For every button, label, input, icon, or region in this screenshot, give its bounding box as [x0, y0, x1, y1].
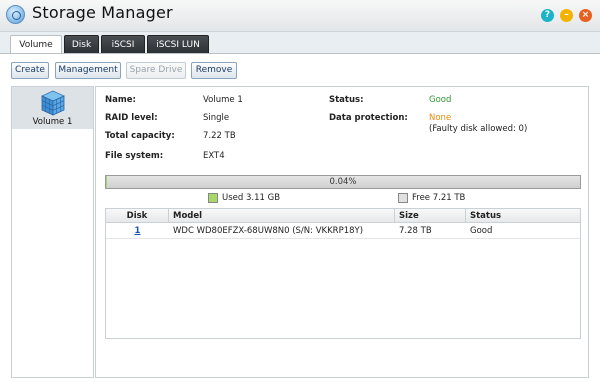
used-legend-label: Used 3.11 GB	[222, 193, 281, 203]
tab-bar: Volume Disk iSCSI iSCSI LUN	[0, 32, 600, 55]
create-button[interactable]: Create	[11, 62, 49, 79]
column-header-size[interactable]: Size	[395, 209, 466, 223]
column-header-status[interactable]: Status	[466, 209, 580, 223]
disk-table-header: Disk Model Size Status	[106, 209, 580, 223]
model-cell: WDC WD80EFZX-68UW8N0 (S/N: VKKRP18Y)	[173, 226, 364, 236]
disk-table: Disk Model Size Status 1 WDC WD80EFZX-68…	[105, 208, 581, 339]
volume-list-item-label: Volume 1	[32, 117, 73, 127]
total-capacity-label: Total capacity:	[105, 131, 175, 141]
total-capacity-value: 7.22 TB	[203, 131, 236, 141]
management-button[interactable]: Management	[55, 62, 121, 79]
raid-level-label: RAID level:	[105, 113, 158, 123]
usage-bar: 0.04%	[105, 175, 581, 189]
tab-iscsi[interactable]: iSCSI	[101, 35, 145, 54]
used-legend-swatch	[208, 193, 218, 203]
column-header-disk[interactable]: Disk	[106, 209, 169, 223]
volume-list: Volume 1	[11, 86, 94, 378]
file-system-label: File system:	[105, 151, 164, 161]
disk-link[interactable]: 1	[135, 226, 141, 236]
tab-volume[interactable]: Volume	[10, 35, 62, 55]
disk-cell: 1	[106, 224, 169, 239]
storage-manager-app-icon	[6, 5, 25, 24]
data-protection-label: Data protection:	[329, 113, 408, 123]
title-bar: Storage Manager ? – ×	[0, 0, 600, 32]
status-cell: Good	[470, 226, 493, 236]
status-label: Status:	[329, 95, 364, 105]
file-system-value: EXT4	[203, 151, 225, 161]
name-label: Name:	[105, 95, 136, 105]
volume-cube-icon	[41, 90, 65, 116]
tab-iscsi-lun[interactable]: iSCSI LUN	[147, 35, 209, 54]
free-legend-swatch	[398, 193, 408, 203]
spare-drive-button[interactable]: Spare Drive	[126, 62, 186, 79]
volume-details: Name: Volume 1 RAID level: Single Total …	[95, 86, 589, 378]
volume-panel: Create Management Spare Drive Remove Vol…	[0, 53, 600, 382]
remove-button[interactable]: Remove	[191, 62, 237, 79]
data-protection-value: None	[429, 113, 452, 123]
faulty-disk-note: (Faulty disk allowed: 0)	[429, 124, 528, 134]
minimize-button[interactable]: –	[560, 9, 573, 22]
tab-disk[interactable]: Disk	[64, 35, 99, 54]
column-header-model[interactable]: Model	[169, 209, 395, 223]
size-cell: 7.28 TB	[399, 226, 432, 236]
volume-list-item[interactable]: Volume 1	[12, 87, 93, 129]
close-button[interactable]: ×	[579, 9, 592, 22]
status-value: Good	[429, 95, 452, 105]
usage-percent: 0.04%	[329, 177, 357, 187]
free-legend-label: Free 7.21 TB	[412, 193, 466, 203]
window-title: Storage Manager	[32, 3, 173, 22]
name-value: Volume 1	[203, 95, 243, 105]
help-button[interactable]: ?	[541, 9, 554, 22]
table-row[interactable]: 1 WDC WD80EFZX-68UW8N0 (S/N: VKKRP18Y) 7…	[106, 224, 580, 239]
raid-level-value: Single	[203, 113, 230, 123]
